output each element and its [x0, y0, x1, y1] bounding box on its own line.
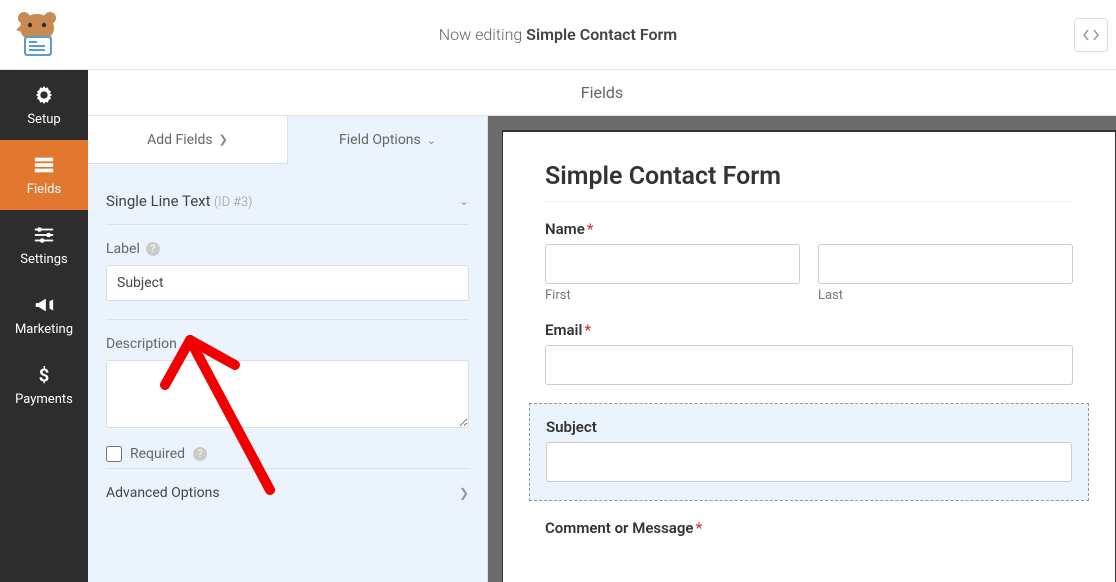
content-header: Fields: [88, 70, 1116, 116]
sidebar-item-fields[interactable]: Fields: [0, 140, 88, 210]
advanced-options-toggle[interactable]: Advanced Options ❯: [106, 468, 469, 513]
sidebar-item-label: Payments: [15, 392, 73, 407]
tab-label: Add Fields: [147, 132, 213, 148]
sidebar-item-label: Marketing: [15, 322, 73, 337]
field-label: Email: [545, 321, 582, 339]
gear-icon: [33, 84, 55, 106]
svg-text:$: $: [39, 365, 50, 386]
sidebar: Setup Fields Settings Marketing $ Paymen…: [0, 70, 88, 582]
first-name-input[interactable]: [545, 244, 800, 284]
megaphone-icon: [33, 294, 55, 316]
required-star: *: [587, 220, 594, 238]
preview-field-subject-selected[interactable]: Subject: [529, 403, 1089, 501]
sidebar-item-label: Setup: [27, 112, 60, 127]
sublabel-last: Last: [818, 288, 1073, 303]
preview-column: Simple Contact Form Name* First: [488, 116, 1116, 582]
chevron-down-icon: ⌄: [459, 194, 469, 208]
field-section-header[interactable]: Single Line Text (ID #3) ⌄: [106, 178, 469, 225]
preview-field-email[interactable]: Email*: [545, 321, 1073, 385]
dollar-icon: $: [33, 364, 55, 386]
field-type-name: Single Line Text: [106, 192, 211, 210]
chevron-right-icon: ❯: [459, 486, 469, 500]
editing-title: Now editing Simple Contact Form: [439, 25, 677, 44]
label-title: Label: [106, 241, 140, 257]
tab-label: Field Options: [339, 132, 421, 148]
required-label: Required: [130, 446, 185, 462]
preview-field-comment[interactable]: Comment or Message*: [545, 519, 1073, 537]
sliders-icon: [33, 224, 55, 246]
help-icon[interactable]: ?: [183, 337, 197, 351]
form-icon: [33, 154, 55, 176]
advanced-label: Advanced Options: [106, 485, 220, 501]
preview-field-name[interactable]: Name* First Last: [545, 220, 1073, 303]
editing-form-name: Simple Contact Form: [526, 25, 677, 44]
sidebar-item-label: Fields: [27, 182, 61, 197]
chevron-down-icon: ⌄: [427, 134, 436, 147]
help-icon[interactable]: ?: [146, 242, 160, 256]
field-label: Name: [545, 220, 585, 238]
label-input[interactable]: [106, 265, 469, 301]
preview-page: Simple Contact Form Name* First: [502, 130, 1116, 582]
field-label: Subject: [546, 418, 1072, 436]
required-star: *: [584, 321, 591, 339]
email-input[interactable]: [545, 345, 1073, 385]
sidebar-item-payments[interactable]: $ Payments: [0, 350, 88, 420]
tab-add-fields[interactable]: Add Fields ❯: [88, 116, 288, 164]
wpforms-logo: [12, 8, 62, 58]
required-checkbox[interactable]: [106, 446, 122, 462]
field-id: (ID #3): [214, 195, 252, 210]
sidebar-item-settings[interactable]: Settings: [0, 210, 88, 280]
header: Now editing Simple Contact Form: [0, 0, 1116, 70]
tab-field-options[interactable]: Field Options ⌄: [288, 116, 487, 164]
sublabel-first: First: [545, 288, 800, 303]
options-panel: Add Fields ❯ Field Options ⌄ Single Line…: [88, 116, 488, 582]
preview-form-title: Simple Contact Form: [545, 162, 1073, 202]
code-icon: [1082, 28, 1100, 42]
field-label: Comment or Message: [545, 519, 693, 537]
embed-button[interactable]: [1074, 18, 1108, 52]
sidebar-item-setup[interactable]: Setup: [0, 70, 88, 140]
chevron-right-icon: ❯: [219, 133, 228, 146]
editing-prefix: Now editing: [439, 25, 526, 44]
required-star: *: [695, 519, 702, 537]
subject-input[interactable]: [546, 442, 1072, 482]
description-title: Description: [106, 336, 177, 352]
help-icon[interactable]: ?: [193, 447, 207, 461]
sidebar-item-marketing[interactable]: Marketing: [0, 280, 88, 350]
description-input[interactable]: [106, 360, 469, 428]
last-name-input[interactable]: [818, 244, 1073, 284]
sidebar-item-label: Settings: [20, 252, 67, 267]
